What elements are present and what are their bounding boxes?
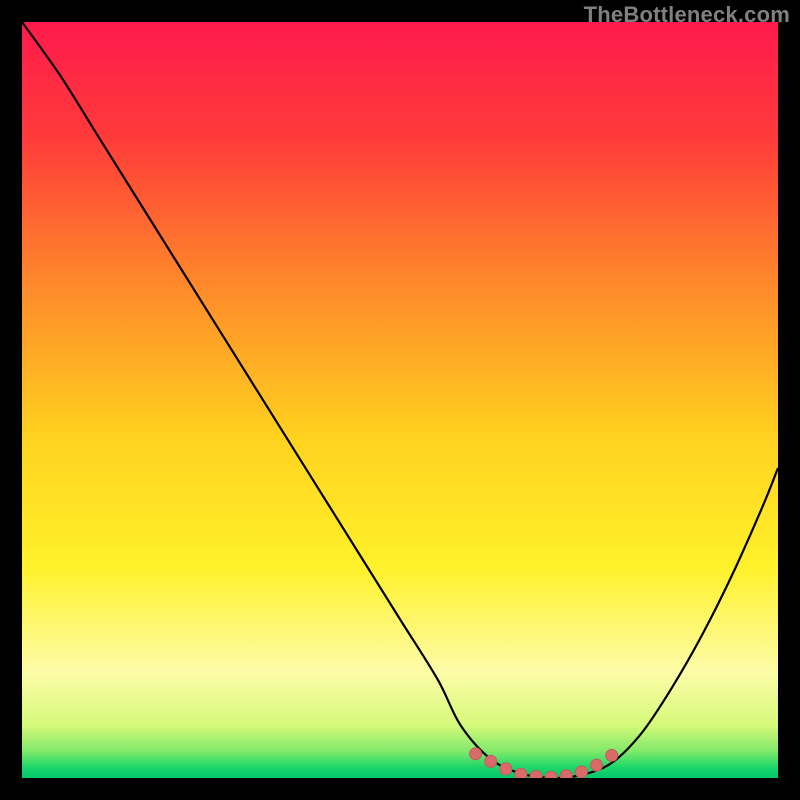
optimal-marker (591, 759, 603, 771)
optimal-marker (500, 763, 512, 775)
optimal-marker (606, 749, 618, 761)
optimal-marker (470, 748, 482, 760)
chart-frame (22, 22, 778, 778)
optimal-marker (515, 768, 527, 778)
gradient-background (22, 22, 778, 778)
optimal-marker (485, 755, 497, 767)
watermark-text: TheBottleneck.com (584, 2, 790, 28)
optimal-marker (560, 770, 572, 778)
bottleneck-chart (22, 22, 778, 778)
optimal-marker (575, 766, 587, 778)
optimal-marker (530, 770, 542, 778)
